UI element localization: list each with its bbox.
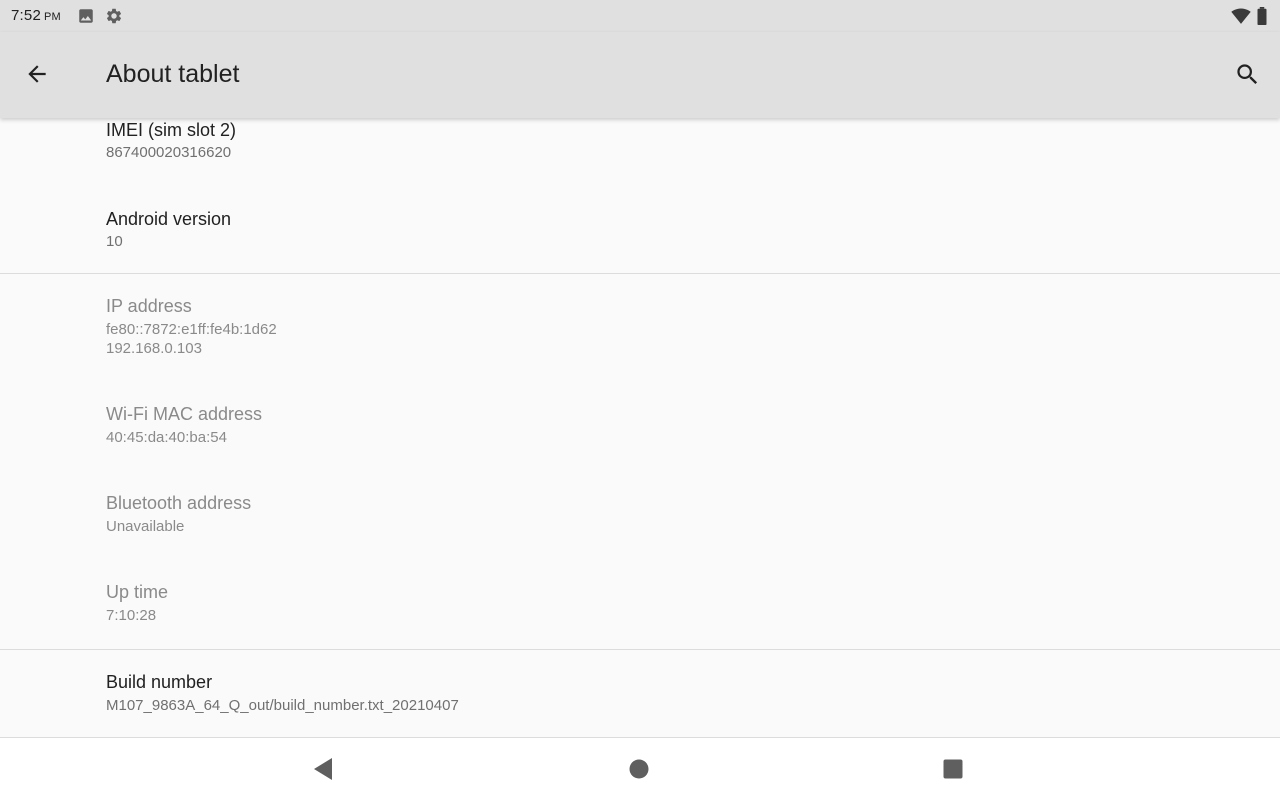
- image-icon: [79, 9, 93, 23]
- status-time-value: 7:52: [11, 7, 41, 24]
- pref-android-version[interactable]: Android version 10: [0, 198, 1280, 273]
- pref-summary: 7:10:28: [106, 607, 157, 624]
- pref-summary: 10: [106, 233, 123, 250]
- pref-title: IP address: [106, 296, 192, 316]
- gear-icon: [106, 8, 122, 24]
- pref-build-number[interactable]: Build number M107_9863A_64_Q_out/build_n…: [0, 650, 1280, 738]
- pref-summary: 867400020316620: [106, 144, 232, 161]
- search-button[interactable]: [1227, 54, 1267, 94]
- pref-summary: M107_9863A_64_Q_out/build_number.txt_202…: [106, 697, 459, 714]
- arrow-back-icon: [28, 65, 46, 83]
- pref-summary-line-2: 192.168.0.103: [106, 340, 202, 357]
- status-time-ampm: PM: [44, 11, 61, 23]
- pref-ip-address[interactable]: IP address fe80::7872:e1ff:fe4b:1d62 192…: [0, 274, 1280, 382]
- pref-wifi-mac-address[interactable]: Wi-Fi MAC address 40:45:da:40:ba:54: [0, 382, 1280, 471]
- nav-recents-button[interactable]: [933, 749, 973, 789]
- nav-back-button[interactable]: [303, 749, 343, 789]
- pref-imei-sim-slot-2[interactable]: IMEI (sim slot 2) 867400020316620: [0, 118, 1280, 198]
- pref-summary: Unavailable: [106, 518, 185, 535]
- navigation-bar: [0, 738, 1280, 800]
- pref-title: Wi-Fi MAC address: [106, 404, 263, 424]
- nav-recents-icon: [943, 759, 963, 779]
- pref-bluetooth-address[interactable]: Bluetooth address Unavailable: [0, 471, 1280, 560]
- pref-up-time[interactable]: Up time 7:10:28: [0, 560, 1280, 649]
- search-icon: [1236, 63, 1257, 84]
- pref-title: Build number: [106, 672, 213, 692]
- app-bar: About tablet: [0, 32, 1280, 118]
- pref-summary-line-1: fe80::7872:e1ff:fe4b:1d62: [106, 321, 277, 338]
- page-title: About tablet: [106, 60, 240, 88]
- wifi-icon: [1231, 8, 1251, 24]
- nav-home-icon: [629, 759, 649, 779]
- pref-title: Up time: [106, 582, 169, 602]
- pref-summary: 40:45:da:40:ba:54: [106, 429, 227, 446]
- settings-list[interactable]: IMEI (sim slot 2) 867400020316620 Androi…: [0, 118, 1280, 738]
- pref-title: Bluetooth address: [106, 493, 252, 513]
- status-bar: 7:52 PM: [0, 0, 1280, 32]
- battery-icon: [1257, 7, 1267, 25]
- back-button[interactable]: [17, 54, 57, 94]
- status-time: 7:52 PM: [11, 7, 61, 24]
- nav-home-button[interactable]: [619, 749, 659, 789]
- pref-title: Android version: [106, 209, 232, 229]
- pref-title: IMEI (sim slot 2): [106, 120, 237, 140]
- nav-back-icon: [314, 758, 332, 780]
